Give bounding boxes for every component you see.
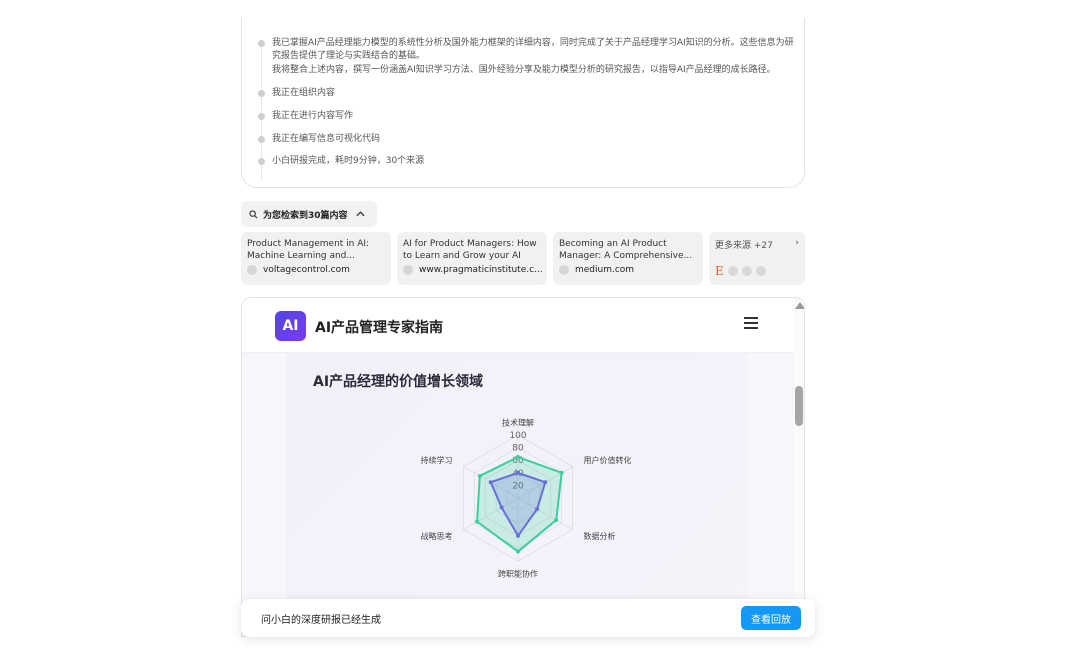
source-title: Becoming an AI Product Manager: A Compre…	[559, 239, 693, 261]
radar-point	[543, 480, 548, 485]
site-favicon-icon	[727, 266, 738, 276]
radar-tick-label: 80	[512, 444, 524, 454]
radar-axis-label: 持续学习	[421, 455, 453, 465]
site-favicon-icon	[741, 266, 752, 276]
site-favicon-icon: E	[715, 264, 724, 278]
chart-card: AI产品经理的价值增长领域 20406080100技术理解用户价值转化数据分析跨…	[287, 353, 747, 636]
radar-point	[559, 470, 564, 475]
radar-point	[516, 549, 520, 554]
progress-step: 我正在编写信息可视化代码	[272, 134, 381, 144]
search-summary-label: 为您检索到30篇内容	[263, 210, 348, 221]
source-site: medium.com	[575, 265, 635, 275]
source-site: www.pragmaticinstitute.c...	[419, 265, 543, 275]
site-favicon-icon	[403, 265, 413, 275]
chevron-right-icon: ›	[795, 238, 799, 248]
source-site: voltagecontrol.com	[263, 265, 350, 275]
app-logo: AI	[275, 311, 306, 341]
progress-card: 我已掌握AI产品经理能力模型的系统性分析及国外能力框架的详细内容，同时完成了关于…	[241, 18, 805, 188]
preview-content: AI产品经理的价值增长领域 20406080100技术理解用户价值转化数据分析跨…	[242, 353, 794, 636]
source-card[interactable]: AI for Product Managers: How to Learn an…	[397, 232, 547, 285]
timeline-dot	[258, 136, 265, 143]
radar-axis-label: 技术理解	[502, 417, 534, 427]
preview-title: AI产品管理专家指南	[315, 320, 444, 336]
source-card[interactable]: Product Management in AI: Machine Learni…	[241, 232, 391, 285]
radar-point	[535, 507, 540, 512]
radar-point	[516, 533, 520, 538]
progress-step: 我已掌握AI产品经理能力模型的系统性分析及国外能力框架的详细内容，同时完成了关于…	[272, 38, 794, 61]
radar-point	[475, 519, 480, 524]
source-title: AI for Product Managers: How to Learn an…	[403, 239, 537, 261]
scrollbar[interactable]	[794, 298, 804, 636]
more-sources-label: 更多来源 +27	[715, 241, 773, 251]
progress-step: 小白研报完成，耗时9分钟，30个来源	[272, 156, 425, 166]
radar-point	[488, 480, 493, 485]
view-replay-button[interactable]: 查看回放	[741, 606, 801, 630]
radar-tick-label: 100	[509, 431, 526, 441]
more-sources-card[interactable]: 更多来源 +27 › E	[709, 232, 805, 285]
site-favicon-icon	[755, 266, 766, 276]
site-favicon-icon	[559, 265, 569, 275]
radar-point	[477, 473, 482, 478]
radar-axis-label: 数据分析	[583, 531, 615, 541]
radar-point	[499, 505, 504, 510]
hamburger-icon[interactable]	[744, 317, 758, 329]
radar-axis-label: 用户价值转化	[583, 455, 631, 465]
radar-point	[554, 518, 559, 523]
radar-point	[516, 455, 520, 460]
radar-axis-label: 战略思考	[421, 531, 453, 541]
timeline-dot	[258, 113, 265, 120]
progress-step: 我正在组织内容	[272, 88, 336, 98]
report-preview[interactable]: AI AI产品管理专家指南 AI产品经理的价值增长领域 20406080100技…	[241, 297, 805, 637]
status-message: 问小白的深度研报已经生成	[261, 615, 381, 626]
site-favicon-icon	[247, 265, 257, 275]
timeline-dot	[258, 158, 265, 165]
timeline-dot	[258, 40, 265, 47]
source-title: Product Management in AI: Machine Learni…	[247, 239, 370, 261]
progress-step: 我将整合上述内容，撰写一份涵盖AI知识学习方法、国外经验分享及能力模型分析的研究…	[272, 65, 776, 75]
radar-axis-label: 跨职能协作	[498, 569, 538, 579]
preview-header: AI AI产品管理专家指南	[242, 298, 794, 353]
search-results-toggle[interactable]: 为您检索到30篇内容	[241, 201, 377, 227]
chevron-up-icon	[355, 211, 365, 217]
source-card[interactable]: Becoming an AI Product Manager: A Compre…	[553, 232, 703, 285]
progress-step: 我正在进行内容写作	[272, 111, 354, 121]
timeline-dot	[258, 90, 265, 97]
scrollbar-thumb[interactable]	[795, 386, 803, 426]
search-icon	[249, 209, 258, 218]
radar-point	[516, 470, 520, 475]
scroll-up-icon[interactable]	[795, 302, 804, 309]
bottom-bar: 问小白的深度研报已经生成 查看回放	[241, 599, 815, 637]
